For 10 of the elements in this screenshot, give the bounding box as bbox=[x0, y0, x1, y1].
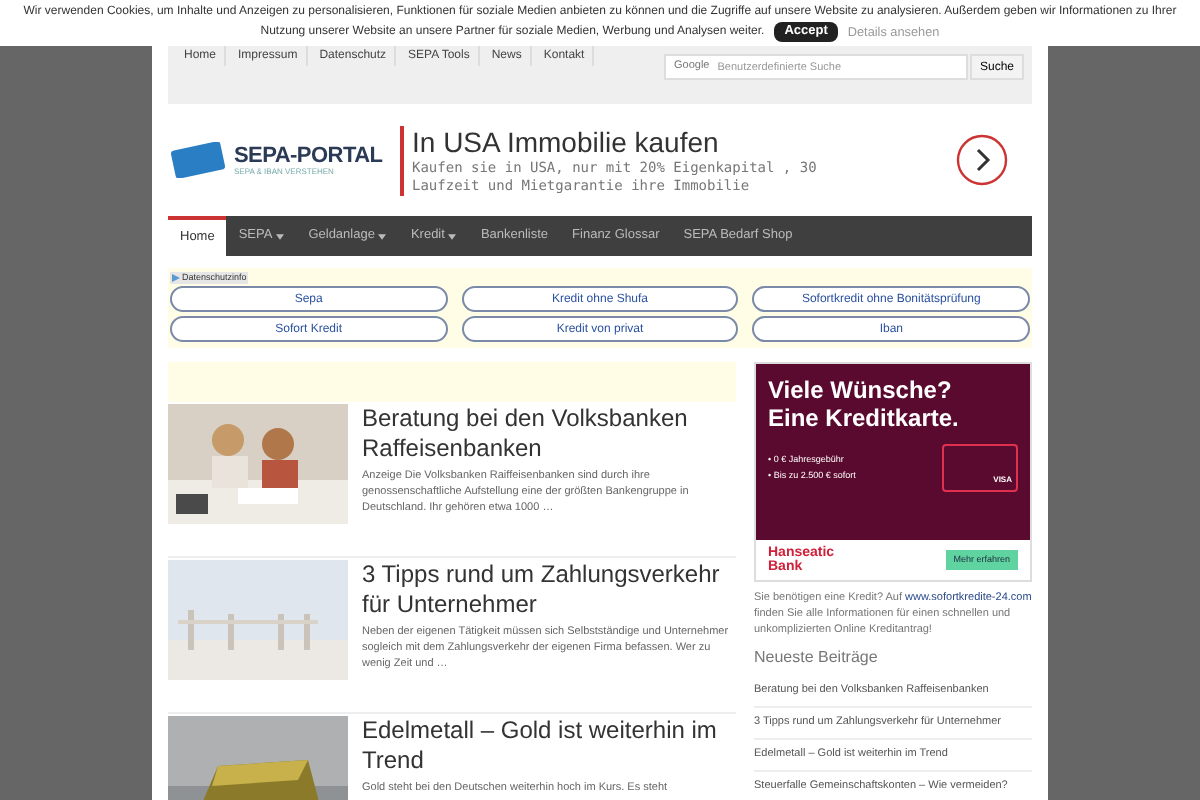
card-logo-icon bbox=[170, 142, 226, 178]
article-title[interactable]: 3 Tipps rund um Zahlungsverkehr für Unternehmer bbox=[362, 560, 736, 620]
ad-title: In USA Immobilie kaufen bbox=[412, 125, 721, 159]
play-icon bbox=[172, 274, 180, 282]
article-title[interactable]: Beratung bei den Volksbanken Raffeisenbanken bbox=[362, 404, 736, 464]
ad-headline: Viele Wünsche? bbox=[768, 376, 954, 404]
article-title[interactable]: Edelmetall – Gold ist weiterhin im Trend bbox=[362, 716, 736, 776]
recent-posts-heading: Neueste Beiträge bbox=[754, 646, 880, 670]
ad-headline: Eine Kreditkarte. bbox=[768, 404, 961, 432]
logo-title: SEPA-PORTAL bbox=[234, 145, 383, 167]
